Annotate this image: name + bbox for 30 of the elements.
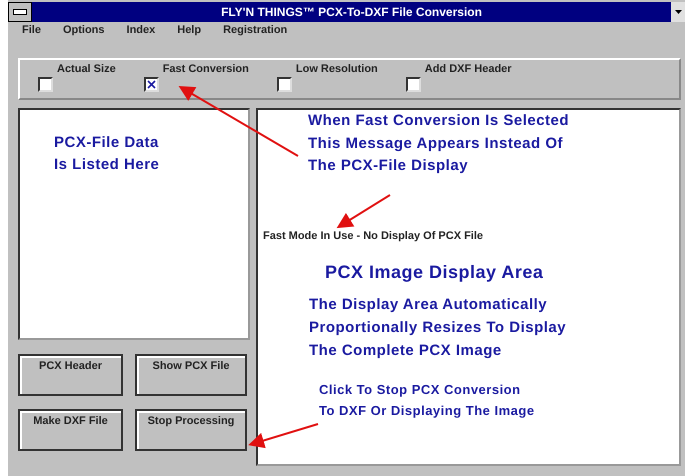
arrow: [336, 194, 391, 228]
checkbox-label: Actual Size: [57, 63, 116, 75]
checkbox-label: Low Resolution: [296, 63, 378, 75]
menu-item[interactable]: Help: [177, 24, 202, 42]
annotation-text: PCX-File Data Is Listed Here: [54, 133, 160, 175]
checkbox[interactable]: [406, 77, 421, 92]
checkbox-label: Fast Conversion: [162, 63, 249, 75]
annotation-text: When Fast Conversion Is Selected This Message Appears Instead Of The PCX-File Display: [308, 111, 570, 176]
status-message: Fast Mode In Use - No Display Of PCX File: [263, 230, 484, 242]
button[interactable]: PCX Header: [18, 354, 123, 396]
annotation-text: The Display Area Automatically Proportionally Resizes To Display The Complete PCX Image: [309, 294, 568, 361]
checkbox[interactable]: [38, 77, 53, 92]
checkbox[interactable]: [144, 77, 159, 92]
cross-mark-icon: [146, 80, 156, 89]
window-title: FLY'N THINGS™ PCX-To-DXF File Conversion: [220, 4, 483, 21]
caret-icon: [674, 10, 682, 14]
system-menu-button[interactable]: [8, 2, 32, 22]
arrow: [248, 423, 318, 448]
display-heading: PCX Image Display Area: [325, 262, 544, 282]
menu-item[interactable]: Options: [62, 24, 105, 42]
annotation-text: Click To Stop PCX Conversion To DXF Or Displaying The Image: [319, 381, 536, 420]
menu-item[interactable]: Index: [126, 24, 156, 42]
dropdown-button[interactable]: [671, 2, 685, 22]
checkbox-label: Add DXF Header: [424, 63, 512, 75]
button[interactable]: Stop Processing: [135, 409, 247, 451]
checkbox[interactable]: [276, 77, 292, 92]
menu-item[interactable]: File: [22, 24, 41, 42]
button[interactable]: Make DXF File: [18, 409, 123, 451]
menu-item[interactable]: Registration: [223, 24, 288, 42]
button[interactable]: Show PCX File: [135, 354, 247, 396]
